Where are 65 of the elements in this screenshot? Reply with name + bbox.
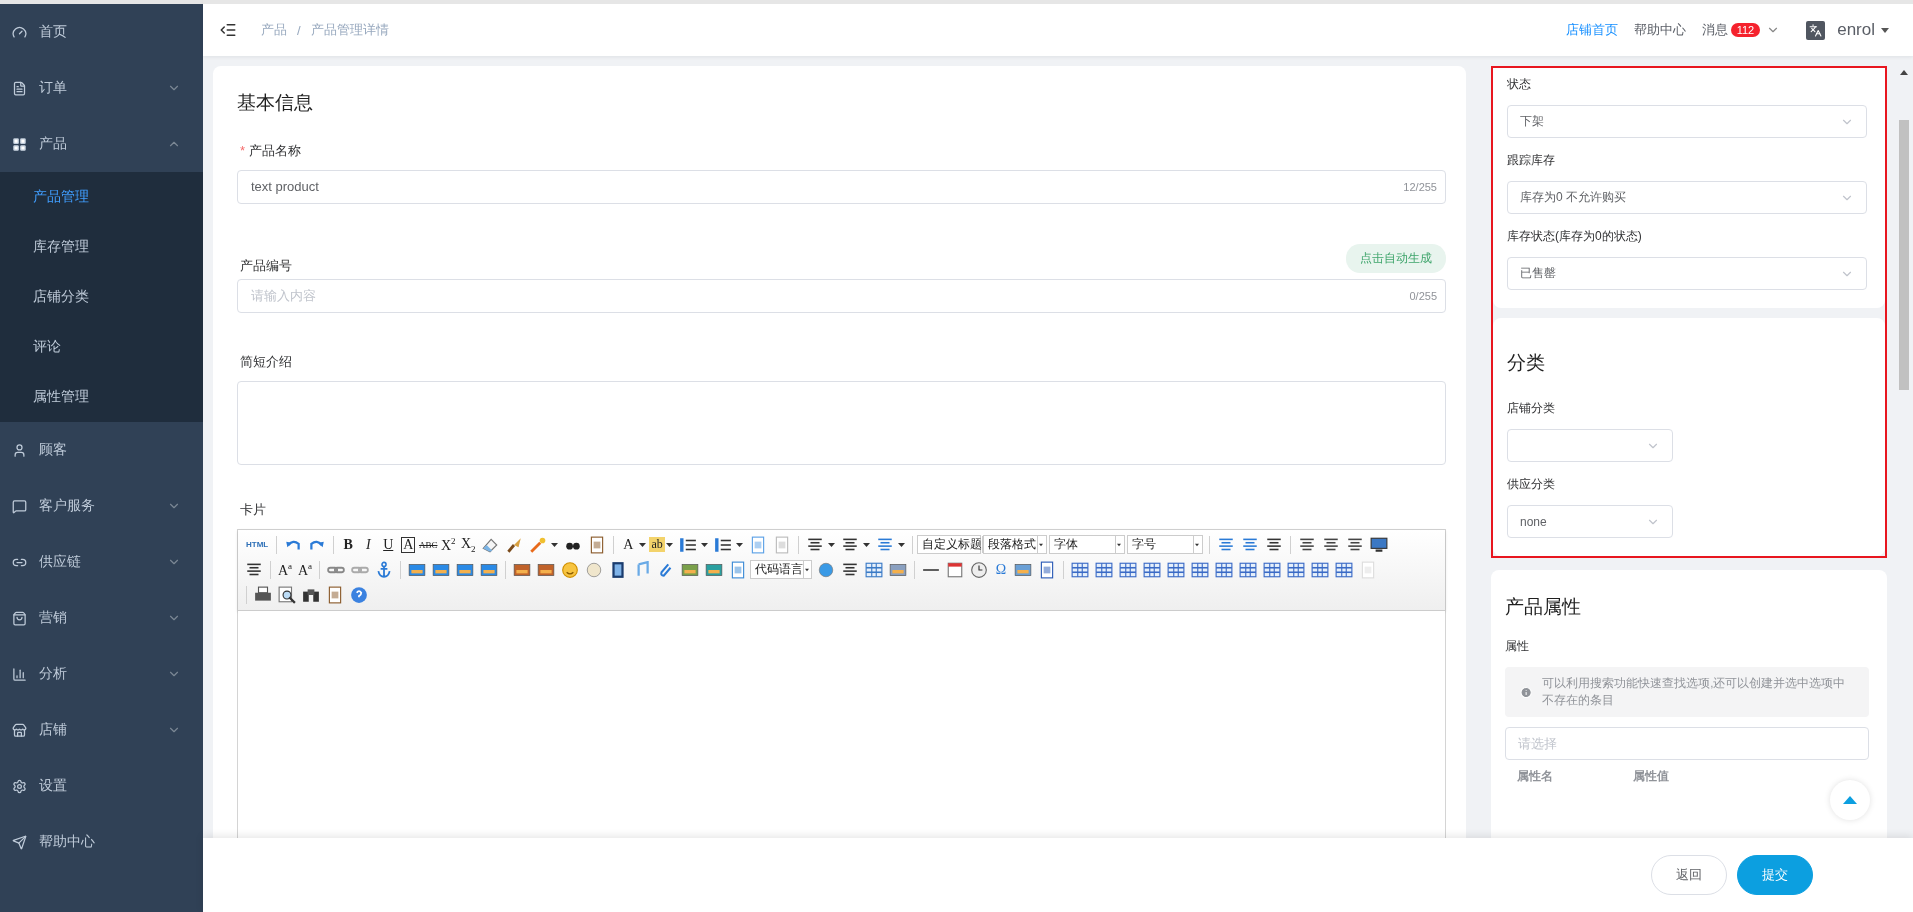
select-field[interactable]: 库存为0 不允许购买 (1507, 181, 1867, 214)
toolbar-select[interactable]: 字体 (1049, 535, 1126, 554)
back-button[interactable]: 返回 (1651, 855, 1727, 895)
field-label: 简短介绍 (240, 352, 293, 371)
toolbar-select[interactable]: 段落格式 (983, 535, 1048, 554)
sidebar-item[interactable]: 客户服务 (0, 478, 203, 534)
toolbar-button[interactable]: U (378, 536, 399, 553)
field-label: * 产品名称 (240, 142, 303, 160)
toolbar-button[interactable]: Ω (991, 561, 1011, 578)
toolbar-button[interactable]: A (401, 536, 416, 553)
sidebar-item[interactable]: 营销 (0, 590, 203, 646)
select-field[interactable]: none (1507, 505, 1673, 538)
field-label: 属性 (1505, 638, 1530, 655)
sidebar-item[interactable]: 首页 (0, 4, 203, 60)
sidebar-item[interactable]: 设置 (0, 758, 203, 814)
toolbar-select[interactable]: 字号 (1127, 535, 1204, 554)
breadcrumb-item: 产品管理详情 (310, 21, 389, 39)
submenu-item[interactable]: 库存管理 (0, 222, 203, 272)
toolbar-button[interactable]: X$_{2}$ (458, 535, 479, 554)
field-label: 店铺分类 (1507, 400, 1556, 417)
toolbar-button[interactable]: A$^{a}$ (275, 560, 295, 579)
sidebar-item[interactable]: 订单 (0, 60, 203, 116)
messages-menu[interactable]: 消息 (1701, 21, 1728, 39)
sidebar-item[interactable]: 帮助中心 (0, 814, 203, 870)
column-header: 属性值 (1633, 768, 1669, 785)
html-button[interactable]: HTML (242, 540, 273, 549)
sidebar-item[interactable]: 分析 (0, 646, 203, 702)
toolbar-button[interactable]: A$^{a}$ (295, 560, 315, 579)
breadcrumb-separator: / (297, 22, 301, 38)
user-name[interactable]: enrol (1837, 20, 1875, 40)
toolbar-button[interactable]: X$^{2}$ (438, 535, 459, 554)
field-label: 库存状态(库存为0的状态) (1507, 228, 1643, 245)
field-label: 跟踪库存 (1507, 152, 1556, 169)
section-title: 产品属性 (1505, 595, 1582, 619)
toolbar-select[interactable]: 代码语言 (750, 560, 812, 579)
section-title: 分类 (1507, 351, 1546, 375)
submenu-item[interactable]: 产品管理 (0, 172, 203, 222)
column-header: 属性名 (1517, 768, 1553, 785)
toolbar-button[interactable]: I (358, 536, 379, 553)
sidebar-item[interactable]: 顾客 (0, 422, 203, 478)
toolbar-button[interactable]: ABC (418, 539, 439, 550)
field-label: 供应分类 (1507, 476, 1556, 493)
field-label: 卡片 (240, 501, 267, 519)
char-counter: 12/255 (1403, 181, 1437, 193)
toolbar-button[interactable]: A (618, 536, 639, 553)
input-field[interactable]: text product 12/255 (237, 170, 1446, 204)
section-title: 基本信息 (237, 91, 314, 115)
notice-text: 可以利用搜索功能快速查找选项,还可以创建并选中选项中不存在的条目 (1542, 676, 1847, 708)
char-counter: 0/255 (1409, 289, 1437, 302)
select-field[interactable]: 已售罄 (1507, 257, 1867, 290)
select-field[interactable]: 下架 (1507, 105, 1867, 138)
toolbar-button[interactable]: B (338, 536, 359, 553)
toolbar-select[interactable]: 自定义标题 (917, 535, 982, 554)
field-label: 产品编号 (240, 256, 292, 275)
toolbar-button[interactable]: ab (649, 537, 666, 552)
sidebar-item[interactable]: 产品 (0, 116, 203, 172)
submenu-item[interactable]: 评论 (0, 322, 203, 372)
sidebar-item[interactable]: 店铺 (0, 702, 203, 758)
field-label: 状态 (1507, 76, 1532, 93)
sidebar-item[interactable]: 供应链 (0, 534, 203, 590)
required-mark: * (240, 143, 246, 158)
submenu-item[interactable]: 店铺分类 (0, 272, 203, 322)
top-link[interactable]: 帮助中心 (1633, 21, 1686, 39)
message-count: 112 (1730, 23, 1761, 37)
submenu-item[interactable]: 属性管理 (0, 372, 203, 422)
